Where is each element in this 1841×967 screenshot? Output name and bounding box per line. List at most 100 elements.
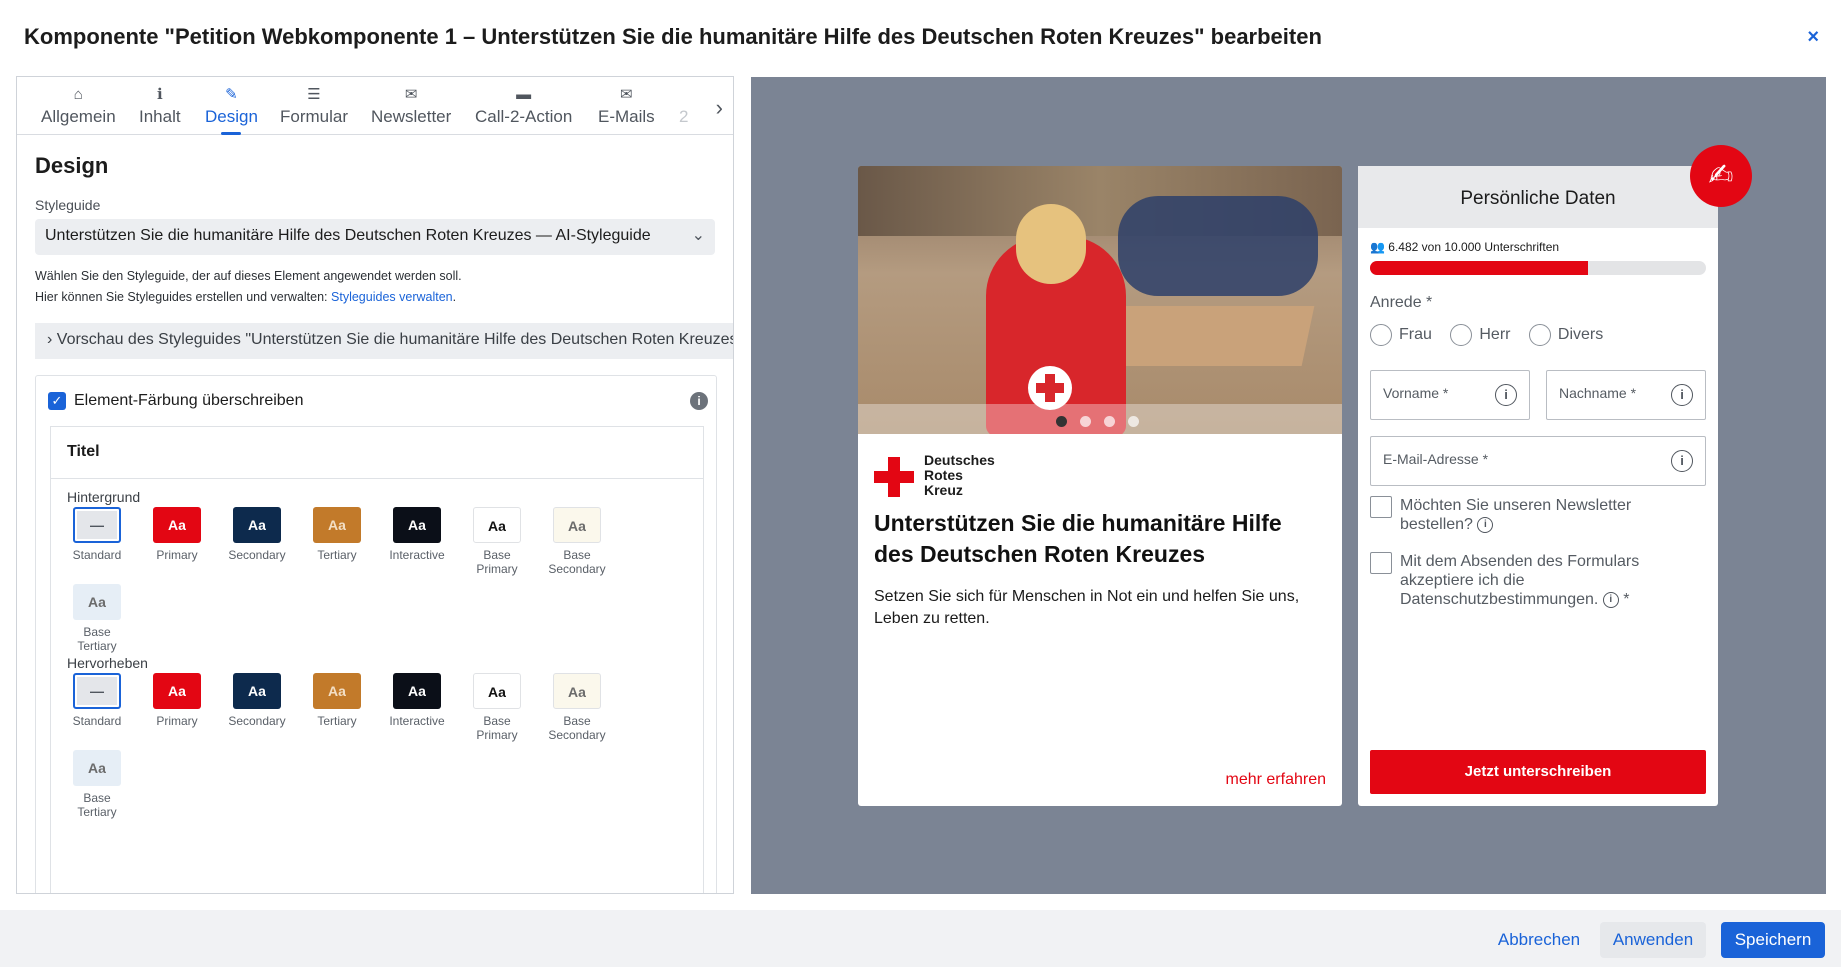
envelope-open-icon: ✉: [404, 86, 418, 103]
vorname-field[interactable]: Vorname * i: [1370, 370, 1530, 420]
tab-design[interactable]: ✎ Design: [205, 85, 258, 135]
carousel-dots: [1056, 414, 1152, 432]
brush-icon: ✎: [225, 86, 238, 103]
carousel-dot[interactable]: [1104, 416, 1115, 427]
swatch-chip: Aa: [153, 507, 201, 543]
swatch-label: Standard: [72, 714, 122, 728]
anrede-radios: Frau Herr Divers: [1370, 324, 1617, 346]
petition-text: Setzen Sie sich für Menschen in Not ein …: [874, 588, 1300, 627]
swatch-primary[interactable]: Aa Primary: [147, 673, 207, 728]
apply-button[interactable]: Anwenden: [1600, 922, 1706, 958]
styleguide-value: Unterstützen Sie die humanitäre Hilfe de…: [45, 227, 651, 244]
info-icon[interactable]: i: [1671, 384, 1693, 406]
swatch-chip: —: [73, 673, 121, 709]
swatch-label: Base Secondary: [548, 714, 606, 742]
swatch-chip: Aa: [153, 673, 201, 709]
tab-label: Allgemein: [41, 107, 116, 126]
swatch-label: Standard: [72, 548, 122, 562]
button-icon: ▬: [516, 86, 532, 103]
close-icon[interactable]: ×: [1807, 26, 1819, 49]
swatch-interactive[interactable]: Aa Interactive: [387, 673, 447, 728]
swatch-label: Base Tertiary: [77, 625, 117, 653]
swatch-base-primary[interactable]: Aa Base Primary: [467, 673, 527, 742]
swatch-chip: —: [73, 507, 121, 543]
swatch-secondary[interactable]: Aa Secondary: [227, 507, 287, 562]
settings-panel: ⌂ Allgemein ℹ Inhalt ✎ Design ☰ Formular…: [16, 76, 734, 894]
tab-label: E-Mails: [598, 107, 655, 126]
radio-frau[interactable]: Frau: [1370, 324, 1432, 346]
swatch-interactive[interactable]: Aa Interactive: [387, 507, 447, 562]
drk-logo: Deutsches Rotes Kreuz: [874, 453, 1004, 498]
cancel-button[interactable]: Abbrechen: [1494, 922, 1584, 958]
tab-label: Call-2-Action: [475, 107, 573, 126]
swatch-chip: Aa: [553, 673, 601, 709]
tab-label: Newsletter: [371, 107, 452, 126]
swatch-label: Tertiary: [317, 548, 357, 562]
swatch-chip: Aa: [553, 507, 601, 543]
tab-formular[interactable]: ☰ Formular: [280, 85, 348, 127]
envelope-icon: ✉: [620, 86, 633, 103]
swatch-base-secondary[interactable]: Aa Base Secondary: [547, 673, 607, 742]
radio-divers[interactable]: Divers: [1528, 324, 1603, 346]
swatch-chip: Aa: [393, 673, 441, 709]
swatch-base-secondary[interactable]: Aa Base Secondary: [547, 507, 607, 576]
swatch-secondary[interactable]: Aa Secondary: [227, 673, 287, 728]
carousel-dot[interactable]: [1128, 416, 1139, 427]
swatch-label: Base Primary: [476, 548, 518, 576]
signature-progress: [1370, 261, 1706, 275]
swatch-label: Tertiary: [317, 714, 357, 728]
swatch-chip: Aa: [473, 673, 521, 709]
save-button[interactable]: Speichern: [1721, 922, 1825, 958]
swatch-label: Base Tertiary: [77, 791, 117, 819]
signature-count: 👥 6.482 von 10.000 Unterschriften: [1370, 240, 1560, 254]
newsletter-checkbox[interactable]: [1370, 496, 1392, 518]
radio-herr[interactable]: Herr: [1450, 324, 1510, 346]
carousel-dot[interactable]: [1080, 416, 1091, 427]
sign-button[interactable]: Jetzt unterschreiben: [1370, 750, 1706, 794]
manage-styleguides-link[interactable]: Styleguides verwalten: [331, 290, 453, 304]
color-override-section: ✓ Element-Färbung überschreiben i Titel …: [35, 375, 717, 893]
tab-newsletter[interactable]: ✉ Newsletter: [371, 85, 451, 127]
info-icon[interactable]: i: [1495, 384, 1517, 406]
override-label: Element-Färbung überschreiben: [74, 392, 304, 409]
info-icon[interactable]: i: [1602, 591, 1619, 608]
info-icon[interactable]: i: [1477, 516, 1494, 533]
titel-heading: Titel: [51, 427, 703, 479]
hintergrund-label: Hintergrund: [67, 489, 141, 505]
tab-bar: ⌂ Allgemein ℹ Inhalt ✎ Design ☰ Formular…: [17, 77, 733, 135]
carousel-dot[interactable]: [1056, 416, 1067, 427]
tab-overflow[interactable]: 2: [679, 85, 688, 127]
petition-title: Unterstützen Sie die humanitäre Hilfe de…: [874, 510, 1282, 567]
hero-image: [858, 166, 1342, 434]
override-checkbox[interactable]: ✓: [48, 392, 66, 410]
swatch-standard[interactable]: — Standard: [67, 507, 127, 562]
email-field[interactable]: E-Mail-Adresse * i: [1370, 436, 1706, 486]
styleguide-preview-toggle[interactable]: › Vorschau des Styleguides "Unterstützen…: [35, 323, 733, 359]
swatch-standard[interactable]: — Standard: [67, 673, 127, 728]
styleguide-select[interactable]: Unterstützen Sie die humanitäre Hilfe de…: [35, 219, 715, 255]
privacy-label: Mit dem Absenden des Formulars akzeptier…: [1400, 553, 1640, 608]
privacy-checkbox[interactable]: [1370, 552, 1392, 574]
swatch-tertiary[interactable]: Aa Tertiary: [307, 673, 367, 728]
tab-inhalt[interactable]: ℹ Inhalt: [139, 85, 181, 127]
chevron-right-icon[interactable]: ›: [716, 95, 723, 121]
info-icon: ℹ: [156, 86, 163, 103]
titel-color-box: Titel Hintergrund — Standard Aa Primary Aa Se…: [50, 426, 704, 893]
tab-call-2-action[interactable]: ▬ Call-2-Action: [475, 85, 572, 127]
swatch-primary[interactable]: Aa Primary: [147, 507, 207, 562]
swatch-base-tertiary[interactable]: Aa Base Tertiary: [67, 584, 127, 653]
tab-label: Formular: [280, 107, 349, 126]
petition-info-card: Deutsches Rotes Kreuz Unterstützen Sie d…: [858, 166, 1342, 806]
tab-label: 2: [679, 107, 689, 126]
tab-e-mails[interactable]: ✉ E-Mails: [598, 85, 655, 127]
tab-allgemein[interactable]: ⌂ Allgemein: [41, 85, 116, 127]
swatch-base-tertiary[interactable]: Aa Base Tertiary: [67, 750, 127, 819]
swatch-tertiary[interactable]: Aa Tertiary: [307, 507, 367, 562]
list-icon: ☰: [307, 86, 321, 103]
more-link[interactable]: mehr erfahren: [1226, 771, 1327, 789]
info-icon[interactable]: i: [1671, 450, 1693, 472]
nachname-field[interactable]: Nachname * i: [1546, 370, 1706, 420]
home-icon: ⌂: [73, 86, 83, 103]
info-icon[interactable]: i: [690, 392, 708, 410]
swatch-base-primary[interactable]: Aa Base Primary: [467, 507, 527, 576]
